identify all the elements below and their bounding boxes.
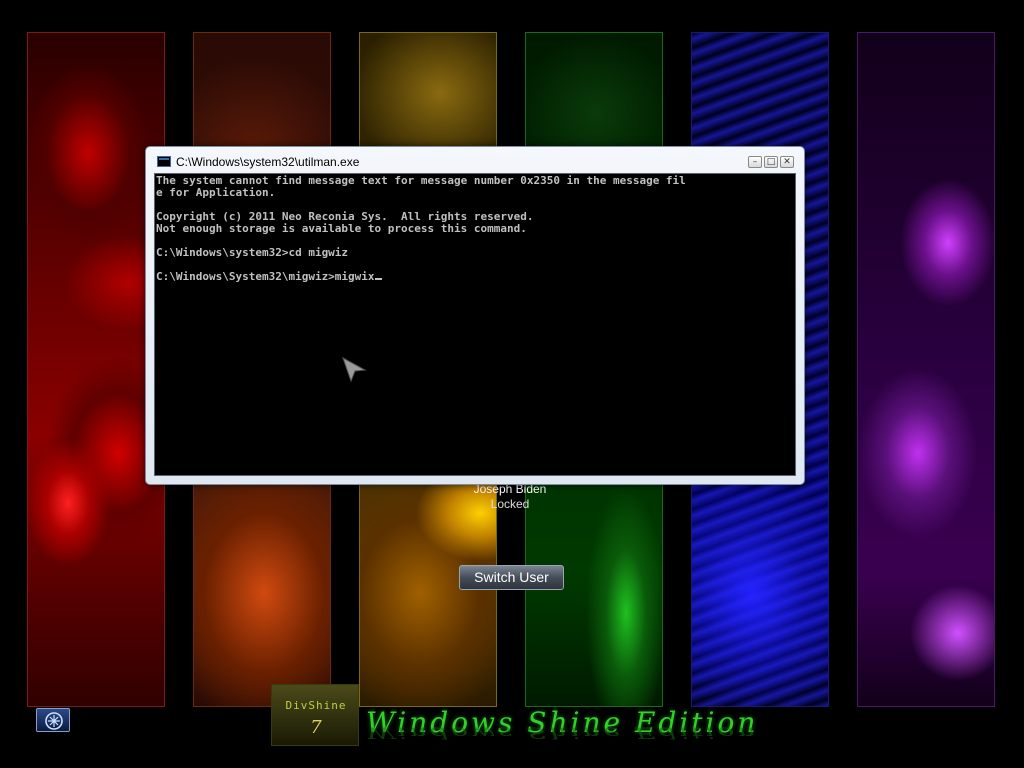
console-line: C:\Windows\system32>cd migwiz: [156, 246, 349, 259]
mouse-pointer-icon: [342, 356, 367, 383]
console-window[interactable]: C:\Windows\system32\utilman.exe – □ ✕ Th…: [145, 146, 805, 485]
console-line: e for Application.: [156, 186, 276, 199]
close-button[interactable]: ✕: [780, 156, 794, 168]
ease-of-access-button[interactable]: [36, 708, 70, 732]
console-input-line[interactable]: C:\Windows\System32\migwiz>migwix: [156, 271, 795, 283]
window-titlebar[interactable]: C:\Windows\system32\utilman.exe – □ ✕: [154, 154, 796, 172]
brand-logo-text: DivShine: [285, 699, 347, 712]
ease-of-access-icon: [45, 712, 63, 730]
console-line: Not enough storage is available to proce…: [156, 222, 527, 235]
edition-title-reflection: Windows Shine Edition: [366, 723, 759, 742]
switch-user-button[interactable]: Switch User: [459, 565, 564, 590]
window-title: C:\Windows\system32\utilman.exe: [176, 155, 360, 169]
console-icon: [157, 156, 171, 167]
console-prompt: C:\Windows\System32\migwiz>migwix: [156, 270, 375, 283]
brand-logo: DivShine 7: [271, 684, 359, 746]
console-output[interactable]: The system cannot find message text for …: [154, 173, 796, 476]
minimize-button[interactable]: –: [748, 156, 762, 168]
text-cursor: [374, 278, 382, 280]
maximize-button[interactable]: □: [764, 156, 778, 168]
user-status: Locked: [490, 497, 530, 511]
wallpaper-panel-purple: [857, 32, 995, 707]
brand-logo-number: 7: [310, 717, 322, 738]
